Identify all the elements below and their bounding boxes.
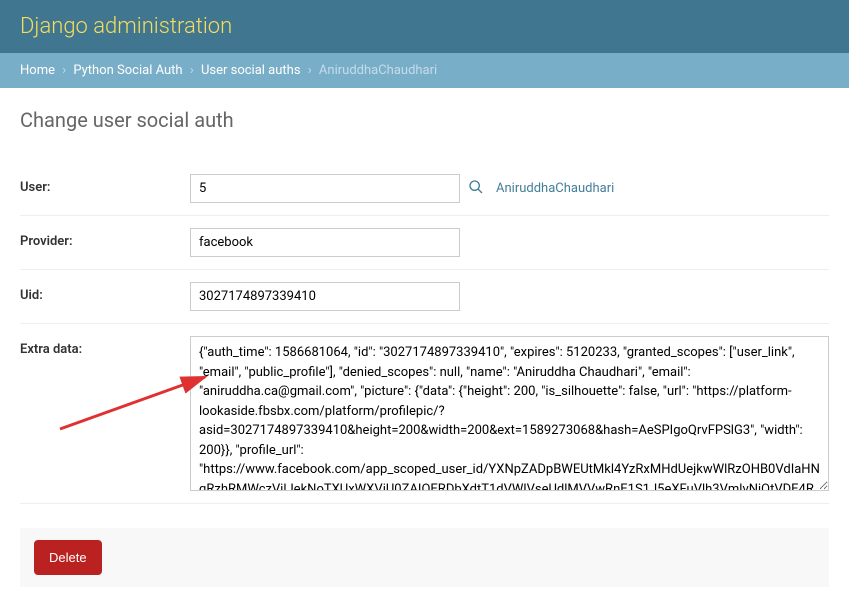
provider-label: Provider:: [20, 228, 190, 249]
field-row-provider: Provider:: [20, 216, 829, 270]
breadcrumb-current: AniruddhaChaudhari: [319, 63, 437, 78]
submit-row: Delete: [20, 528, 829, 587]
breadcrumb-sep: ›: [308, 63, 312, 78]
page-title: Change user social auth: [20, 108, 829, 132]
content-area: Change user social auth User: AniruddhaC…: [0, 88, 849, 607]
breadcrumb: Home › Python Social Auth › User social …: [0, 53, 849, 88]
field-row-extra-data: Extra data: {"auth_time": 1586681064, "i…: [20, 324, 829, 504]
uid-input[interactable]: [190, 282, 460, 311]
breadcrumb-model[interactable]: User social auths: [201, 63, 301, 78]
extra-data-label: Extra data:: [20, 336, 190, 357]
delete-button[interactable]: Delete: [34, 540, 102, 575]
breadcrumb-app[interactable]: Python Social Auth: [73, 63, 182, 78]
related-user-link[interactable]: AniruddhaChaudhari: [496, 181, 614, 196]
field-row-uid: Uid:: [20, 270, 829, 324]
breadcrumb-sep: ›: [190, 63, 194, 78]
search-icon[interactable]: [468, 179, 484, 199]
uid-label: Uid:: [20, 282, 190, 303]
breadcrumb-home[interactable]: Home: [20, 63, 55, 78]
provider-input[interactable]: [190, 228, 460, 257]
field-row-user: User: AniruddhaChaudhari: [20, 162, 829, 216]
breadcrumb-sep: ›: [62, 63, 66, 78]
user-label: User:: [20, 174, 190, 195]
extra-data-textarea[interactable]: {"auth_time": 1586681064, "id": "3027174…: [190, 336, 829, 491]
site-title[interactable]: Django administration: [20, 14, 232, 39]
user-input[interactable]: [190, 174, 460, 203]
admin-header: Django administration: [0, 0, 849, 53]
